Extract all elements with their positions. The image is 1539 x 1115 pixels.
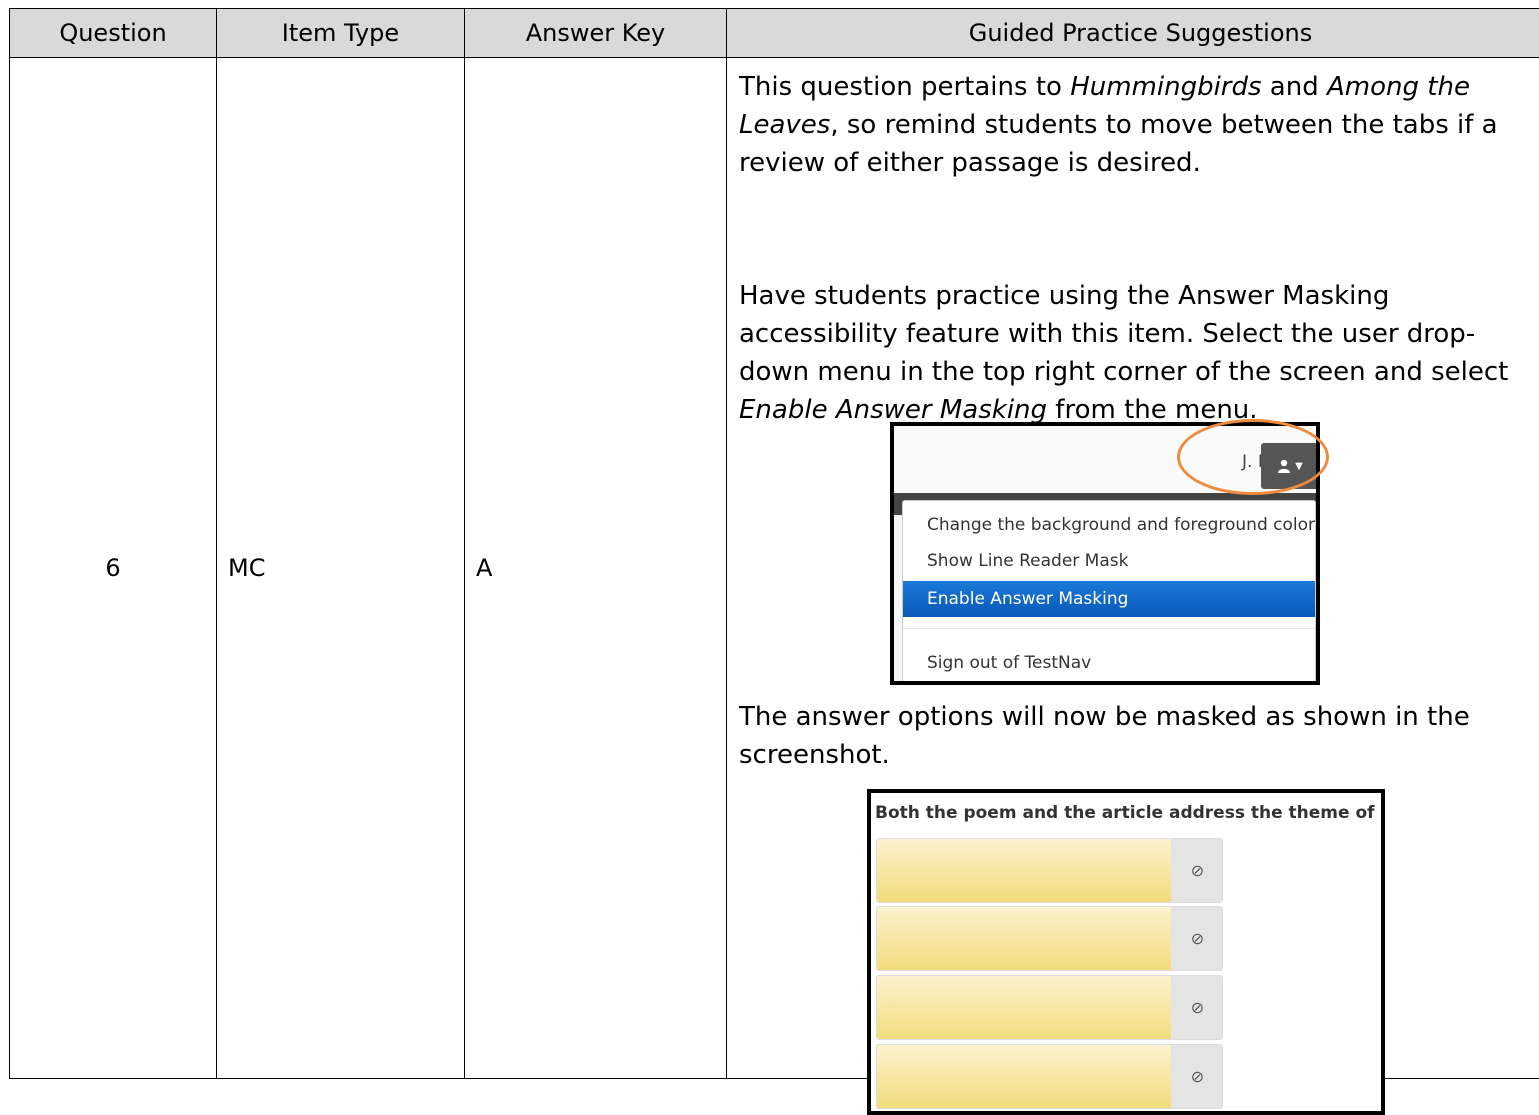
suggestion-paragraph-2: Have students practice using the Answer …	[739, 277, 1529, 429]
eye-slash-icon[interactable]: ⊘	[1171, 976, 1223, 1039]
eye-slash-icon[interactable]: ⊘	[1171, 839, 1223, 902]
header-guided-practice: Guided Practice Suggestions	[727, 9, 1539, 58]
masked-option[interactable]: ⊘	[876, 906, 1223, 971]
menu-item-line-reader[interactable]: Show Line Reader Mask	[927, 551, 1128, 571]
masked-option[interactable]: ⊘	[876, 1044, 1223, 1109]
header-item-type: Item Type	[217, 9, 465, 58]
suggestions-cell: This question pertains to Hummingbirds a…	[727, 58, 1539, 1079]
header-question: Question	[10, 9, 217, 58]
question-number: 6	[10, 58, 217, 1079]
table-row: 6 MC A This question pertains to Humming…	[10, 58, 1539, 1079]
masked-answers-screenshot: Both the poem and the article address th…	[867, 789, 1385, 1115]
user-dropdown-menu: Change the background and foreground col…	[902, 500, 1316, 685]
eye-slash-icon[interactable]: ⊘	[1171, 907, 1223, 970]
header-answer-key: Answer Key	[465, 9, 727, 58]
menu-item-change-color[interactable]: Change the background and foreground col…	[927, 515, 1315, 535]
menu-item-answer-masking[interactable]: Enable Answer Masking	[903, 581, 1315, 617]
question-prompt: Both the poem and the article address th…	[875, 803, 1385, 823]
suggestion-paragraph-1: This question pertains to Hummingbirds a…	[739, 68, 1529, 182]
eye-slash-icon[interactable]: ⊘	[1171, 1045, 1223, 1108]
guide-table: Question Item Type Answer Key Guided Pra…	[9, 8, 1539, 1079]
masked-option[interactable]: ⊘	[876, 975, 1223, 1040]
suggestion-paragraph-3: The answer options will now be masked as…	[739, 698, 1529, 774]
item-type: MC	[217, 58, 465, 1079]
answer-key: A	[465, 58, 727, 1079]
header-row: Question Item Type Answer Key Guided Pra…	[10, 9, 1539, 58]
masked-option[interactable]: ⊘	[876, 838, 1223, 903]
highlight-circle	[1177, 419, 1329, 495]
menu-item-sign-out[interactable]: Sign out of TestNav	[927, 653, 1091, 673]
